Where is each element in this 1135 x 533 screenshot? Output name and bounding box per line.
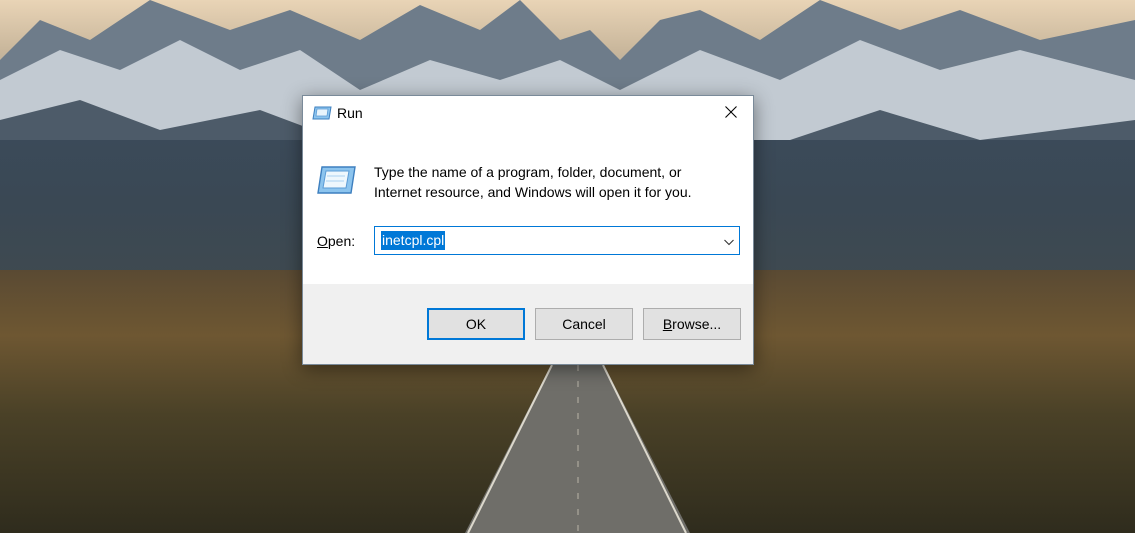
run-icon	[312, 105, 332, 121]
browse-label: rowse...	[672, 316, 722, 332]
title-bar[interactable]: Run	[303, 96, 753, 132]
open-combobox[interactable]: inetcpl.cpl	[374, 226, 740, 255]
button-bar: OK Cancel Browse...	[303, 284, 753, 364]
open-label-accelerator: O	[317, 233, 328, 249]
browse-accelerator: B	[662, 316, 673, 332]
dialog-description: Type the name of a program, folder, docu…	[374, 162, 734, 202]
browse-button[interactable]: Browse...	[643, 308, 741, 340]
open-label: Open:	[317, 233, 355, 249]
open-label-text: pen:	[327, 233, 356, 249]
description-line: Internet resource, and Windows will open…	[374, 184, 692, 200]
chevron-down-icon[interactable]	[723, 235, 735, 247]
run-icon	[315, 164, 357, 196]
run-dialog: Run Type the name of a program, folder, …	[302, 95, 754, 365]
dialog-title: Run	[337, 105, 363, 121]
cancel-button[interactable]: Cancel	[535, 308, 633, 340]
close-icon	[725, 105, 737, 123]
ok-button[interactable]: OK	[427, 308, 525, 340]
close-button[interactable]	[709, 96, 753, 132]
open-input-value[interactable]: inetcpl.cpl	[381, 231, 446, 250]
description-line: Type the name of a program, folder, docu…	[374, 164, 682, 180]
